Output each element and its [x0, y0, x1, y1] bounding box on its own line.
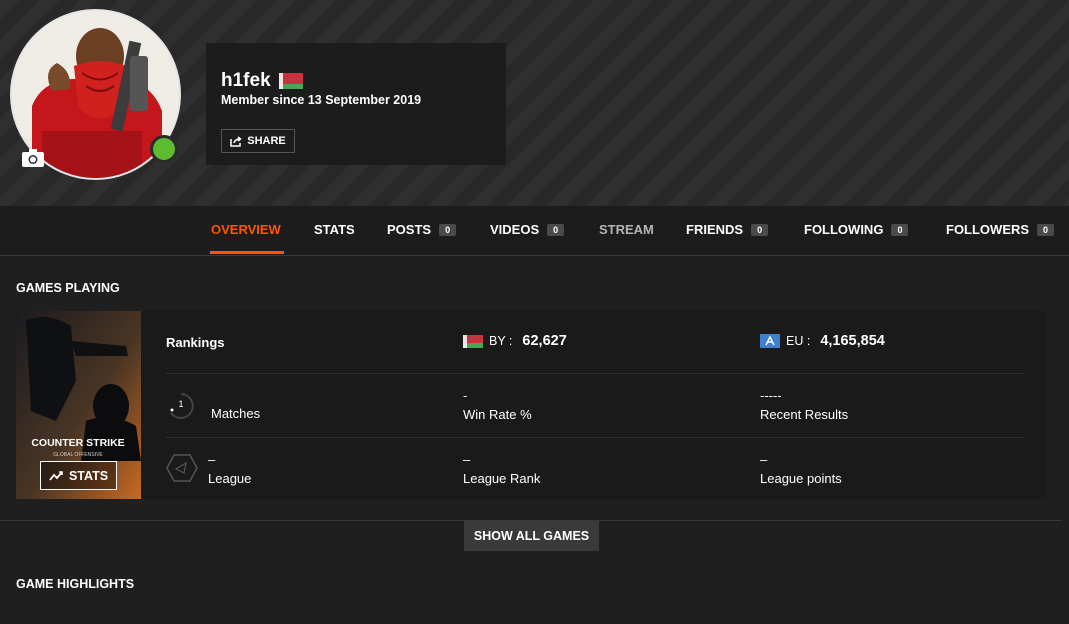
recent-results-stat: ----- Recent Results — [760, 388, 848, 422]
recent-results-label: Recent Results — [760, 407, 849, 422]
region-by-label: BY : — [489, 334, 513, 348]
profile-card: h1fek Member since 13 September 2019 SHA… — [206, 43, 506, 165]
win-rate-label: Win Rate % — [463, 407, 532, 422]
online-status-indicator — [150, 135, 178, 163]
tab-following[interactable]: FOLLOWING 0 — [804, 222, 909, 237]
tab-label: FOLLOWERS — [946, 222, 1030, 237]
username-row: h1fek — [221, 70, 303, 92]
avatar-container — [10, 9, 181, 180]
tab-label: OVERVIEW — [211, 222, 281, 237]
row-divider — [166, 373, 1024, 374]
tab-label: POSTS — [387, 222, 432, 237]
tab-friends[interactable]: FRIENDS 0 — [686, 222, 769, 237]
tab-overview[interactable]: OVERVIEW — [211, 222, 281, 237]
camera-icon[interactable] — [21, 148, 45, 168]
tab-posts[interactable]: POSTS 0 — [387, 222, 457, 237]
league-rank-value: – — [463, 452, 471, 467]
recent-results-value: ----- — [760, 388, 782, 403]
league-points-stat: – League points — [760, 452, 842, 486]
game-cover[interactable]: COUNTER STRIKE GLOBAL OFFENSIVE STATS — [16, 311, 141, 499]
game-stats-button[interactable]: STATS — [40, 461, 117, 490]
matches-label: Matches — [211, 406, 261, 421]
win-rate-stat: - Win Rate % — [463, 388, 532, 422]
active-tab-underline — [210, 251, 284, 254]
ranking-by: BY : 62,627 — [463, 333, 567, 349]
win-rate-value: - — [463, 388, 468, 403]
member-since: Member since 13 September 2019 — [221, 93, 422, 107]
league-hexagon-icon — [166, 453, 198, 486]
league-value: – — [208, 452, 216, 467]
row-divider — [166, 437, 1024, 438]
tab-followers[interactable]: FOLLOWERS 0 — [946, 222, 1055, 237]
chart-trend-icon — [49, 471, 63, 481]
rankings-label: Rankings — [166, 335, 225, 350]
count-badge: 0 — [1037, 223, 1055, 236]
league-rank-stat: – League Rank — [463, 452, 540, 486]
count-badge: 0 — [891, 223, 909, 236]
region-eu-label: EU : — [786, 334, 811, 348]
eu-region-icon — [760, 334, 780, 348]
stats-button-label: STATS — [68, 468, 109, 483]
game-highlights-title: GAME HIGHLIGHTS — [16, 577, 135, 591]
username: h1fek — [221, 70, 271, 91]
league-points-label: League points — [760, 471, 842, 486]
tab-stats[interactable]: STATS — [314, 222, 355, 237]
svg-text:GLOBAL OFFENSIVE: GLOBAL OFFENSIVE — [53, 452, 103, 458]
region-by-value: 62,627 — [522, 333, 567, 349]
profile-header: h1fek Member since 13 September 2019 SHA… — [0, 0, 1069, 206]
league-stat: – League — [208, 452, 251, 486]
tab-label: VIDEOS — [490, 222, 540, 237]
matches-badge-value: 1 — [178, 399, 183, 409]
count-badge: 0 — [439, 223, 457, 236]
games-playing-title: GAMES PLAYING — [16, 281, 120, 295]
tab-label: STREAM — [599, 222, 654, 237]
matches-badge-icon: 1 — [166, 391, 196, 424]
tab-stream[interactable]: STREAM — [599, 222, 654, 237]
profile-nav: OVERVIEW STATS POSTS 0 VIDEOS 0 STREAM F… — [0, 206, 1069, 256]
count-badge: 0 — [751, 223, 769, 236]
region-eu-value: 4,165,854 — [820, 333, 885, 349]
belarus-flag-icon — [463, 334, 483, 348]
share-label: SHARE — [247, 135, 286, 147]
game-card: COUNTER STRIKE GLOBAL OFFENSIVE STATS Ra… — [16, 311, 1046, 499]
tab-label: FOLLOWING — [804, 222, 884, 237]
share-icon — [230, 135, 242, 147]
show-all-games-button[interactable]: SHOW ALL GAMES — [464, 521, 599, 551]
count-badge: 0 — [547, 223, 565, 236]
tab-videos[interactable]: VIDEOS 0 — [490, 222, 565, 237]
league-points-value: – — [760, 452, 768, 467]
tab-label: FRIENDS — [686, 222, 744, 237]
league-rank-label: League Rank — [463, 471, 541, 486]
ranking-eu: EU : 4,165,854 — [760, 333, 885, 349]
league-label: League — [208, 471, 252, 486]
share-button[interactable]: SHARE — [221, 129, 295, 153]
game-logo-text: COUNTER STRIKE — [31, 437, 124, 449]
belarus-flag-icon — [278, 73, 303, 90]
tab-label: STATS — [314, 222, 355, 237]
